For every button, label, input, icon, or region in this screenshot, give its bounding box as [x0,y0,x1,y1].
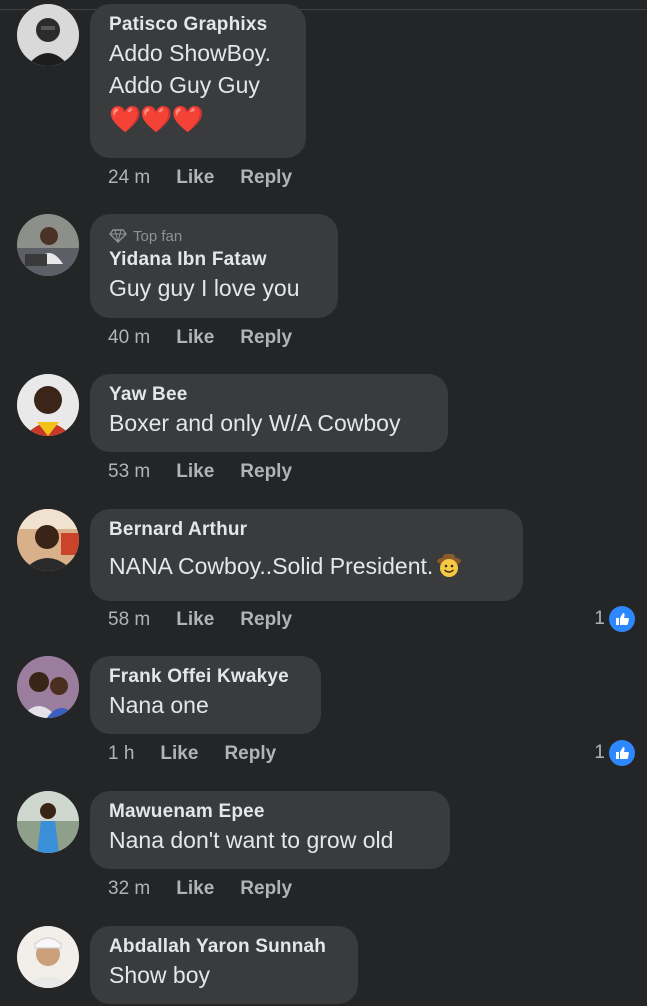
comment-text: Nana one [109,692,209,718]
reply-button[interactable]: Reply [240,609,292,631]
comment-bubble: Top fan Yidana Ibn Fataw Guy guy I love … [90,214,338,318]
reaction-count[interactable]: 1 [594,740,635,766]
comment-bubble: Yaw Bee Boxer and only W/A Cowboy [90,374,448,452]
thumbs-up-icon [609,740,635,766]
diamond-icon [109,229,127,243]
avatar[interactable] [17,214,79,276]
avatar[interactable] [17,4,79,66]
comment-actions: 53 m Like Reply [108,461,292,483]
comment-text: Show boy [109,962,211,988]
comment-bubble: Mawuenam Epee Nana don't want to grow ol… [90,791,450,869]
commenter-name[interactable]: Bernard Arthur [109,518,504,542]
cowboy-face-emoji [437,554,462,577]
reply-button[interactable]: Reply [240,878,292,900]
reply-button[interactable]: Reply [240,461,292,483]
commenter-name[interactable]: Abdallah Yaron Sunnah [109,935,339,959]
comment-text: Nana don't want to grow old [109,827,394,853]
commenter-name[interactable]: Yaw Bee [109,383,429,407]
like-button[interactable]: Like [176,327,214,349]
comment-actions: 58 m Like Reply [108,609,292,631]
like-button[interactable]: Like [176,461,214,483]
comment-actions: 40 m Like Reply [108,327,292,349]
comment-text: Boxer and only W/A Cowboy [109,410,401,436]
like-button[interactable]: Like [176,878,214,900]
comment-bubble: Bernard Arthur NANA Cowboy..Solid Presid… [90,509,523,601]
reaction-count-value: 1 [594,608,605,629]
comment-time[interactable]: 53 m [108,461,150,483]
commenter-name[interactable]: Patisco Graphixs [109,13,287,37]
comment-actions: 1 h Like Reply [108,743,276,765]
top-fan-badge: Top fan [109,226,319,246]
comment-bubble: Patisco Graphixs Addo ShowBoy. Addo Guy … [90,4,306,158]
heart-emoji: ❤️❤️❤️ [109,104,204,134]
like-button[interactable]: Like [160,743,198,765]
reply-button[interactable]: Reply [240,327,292,349]
comment-time[interactable]: 1 h [108,743,134,765]
reaction-count-value: 1 [594,742,605,763]
reply-button[interactable]: Reply [224,743,276,765]
comment-time[interactable]: 32 m [108,878,150,900]
reply-button[interactable]: Reply [240,167,292,189]
avatar[interactable] [17,509,79,571]
top-fan-label: Top fan [133,227,183,245]
avatar[interactable] [17,926,79,988]
comment-time[interactable]: 40 m [108,327,150,349]
like-button[interactable]: Like [176,167,214,189]
comment-text: Addo ShowBoy. [109,40,271,66]
comment-actions: 24 m Like Reply [108,167,292,189]
comment-bubble: Frank Offei Kwakye Nana one [90,656,321,734]
comment-time[interactable]: 24 m [108,167,150,189]
comment-actions: 32 m Like Reply [108,878,292,900]
comment-text-row: NANA Cowboy..Solid President. [109,550,504,582]
comment-text: Guy guy I love you [109,275,300,301]
commenter-name[interactable]: Mawuenam Epee [109,800,431,824]
comment-text: Addo Guy Guy [109,72,260,98]
like-button[interactable]: Like [176,609,214,631]
commenter-name[interactable]: Frank Offei Kwakye [109,665,302,689]
avatar[interactable] [17,656,79,718]
commenter-name[interactable]: Yidana Ibn Fataw [109,248,319,272]
comment-time[interactable]: 58 m [108,609,150,631]
thumbs-up-icon [609,606,635,632]
comment-bubble: Abdallah Yaron Sunnah Show boy [90,926,358,1004]
avatar[interactable] [17,374,79,436]
avatar[interactable] [17,791,79,853]
reaction-count[interactable]: 1 [594,606,635,632]
comment-text: NANA Cowboy..Solid President. [109,553,434,579]
